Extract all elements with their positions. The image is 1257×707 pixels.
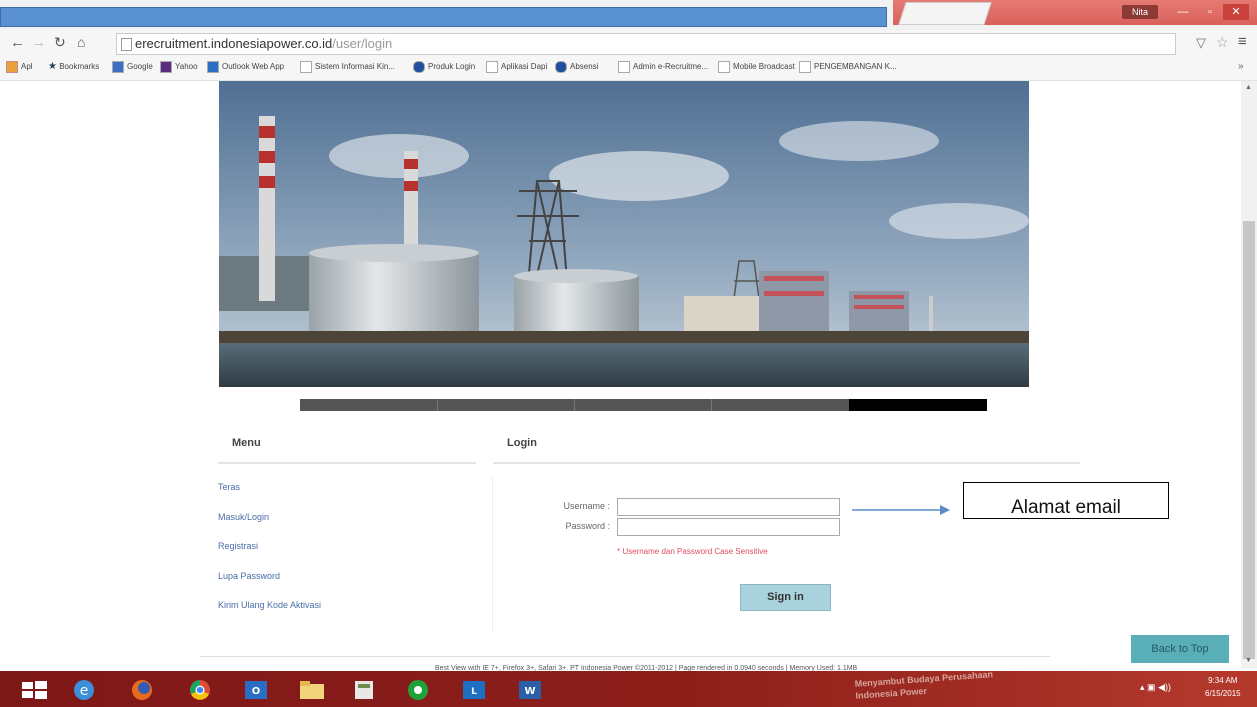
yahoo-icon <box>160 61 172 73</box>
word-icon[interactable]: W <box>510 676 550 704</box>
login-divider <box>493 462 1080 464</box>
bookmark-outlook[interactable]: Outlook Web App <box>207 61 284 73</box>
home-icon[interactable]: ⌂ <box>77 34 85 50</box>
firefox-icon[interactable] <box>122 676 162 704</box>
menu-item-lupa-password[interactable]: Lupa Password <box>218 571 280 581</box>
maximize-icon[interactable]: ▫ <box>1197 4 1223 20</box>
username-label: Username : <box>563 501 610 511</box>
page-icon <box>121 38 132 51</box>
power-plant-illustration <box>219 81 1029 387</box>
progress-divider <box>574 399 575 411</box>
chat-app-icon[interactable] <box>398 676 438 704</box>
scroll-down-icon[interactable]: ▼ <box>1245 657 1252 664</box>
menu-title: Menu <box>232 437 261 449</box>
login-panel-border <box>492 478 493 632</box>
outlook-icon[interactable]: O <box>236 676 276 704</box>
login-title: Login <box>507 437 537 449</box>
apps-icon <box>6 61 18 73</box>
bookmark-pengembangan[interactable]: PENGEMBANGAN K... <box>799 61 897 73</box>
svg-text:L: L <box>471 687 477 697</box>
reload-icon[interactable]: ↻ <box>54 34 66 51</box>
menu-item-kirim-ulang[interactable]: Kirim Ulang Kode Aktivasi <box>218 600 321 610</box>
taskbar-clock[interactable]: 9:34 AM 6/15/2015 <box>1205 674 1241 700</box>
email-callout: Alamat email <box>963 482 1169 519</box>
menu-item-login[interactable]: Masuk/Login <box>218 512 269 522</box>
banner-image <box>219 81 1029 387</box>
page-icon <box>300 61 312 73</box>
menu-icon[interactable]: ≡ <box>1238 33 1247 50</box>
menu-item-registrasi[interactable]: Registrasi <box>218 541 258 551</box>
menu-divider <box>218 462 476 464</box>
google-icon <box>112 61 124 73</box>
lync-icon[interactable]: L <box>454 676 494 704</box>
scrollbar-thumb[interactable] <box>1243 221 1255 659</box>
svg-text:e: e <box>80 683 89 699</box>
user-badge[interactable]: Nita <box>1122 5 1158 19</box>
bookmark-absensi[interactable]: Absensi <box>555 61 598 73</box>
globe-icon <box>555 61 567 73</box>
globe-icon <box>413 61 425 73</box>
outlook-icon <box>207 61 219 73</box>
bookmark-produk-login[interactable]: Produk Login <box>413 61 475 73</box>
back-to-top-button[interactable]: Back to Top <box>1131 635 1229 663</box>
bookmark-sistem-informasi[interactable]: Sistem Informasi Kin... <box>300 61 395 73</box>
password-label: Password : <box>565 521 610 531</box>
windows-start-icon[interactable] <box>14 676 54 704</box>
case-sensitive-note: * Username dan Password Case Sensitive <box>617 547 768 556</box>
tray-icons[interactable]: ▴ ▣ ◀)) <box>1140 682 1171 693</box>
bookmark-yahoo[interactable]: Yahoo <box>160 61 198 73</box>
new-tab-button[interactable] <box>898 2 992 25</box>
file-explorer-icon[interactable] <box>292 676 332 704</box>
password-field[interactable] <box>617 518 840 536</box>
bookmark-admin-recruitment[interactable]: Admin e-Recruitme... <box>618 61 708 73</box>
sign-in-button[interactable]: Sign in <box>740 584 831 611</box>
star-icon[interactable]: ☆ <box>1216 34 1229 51</box>
progress-divider <box>437 399 438 411</box>
star-icon: ★ <box>48 61 57 72</box>
forward-icon[interactable]: → <box>31 34 46 51</box>
arrow-icon <box>852 505 950 515</box>
url-host: erecruitment.indonesiapower.co.id <box>135 36 333 51</box>
svg-text:O: O <box>252 686 261 697</box>
calculator-icon[interactable] <box>344 676 384 704</box>
minimize-icon[interactable]: — <box>1170 4 1196 20</box>
bookmarks-overflow-icon[interactable]: » <box>1238 61 1244 72</box>
footer-divider <box>200 656 1050 657</box>
bookmark-google[interactable]: Google <box>112 61 153 73</box>
page-icon <box>618 61 630 73</box>
page-icon <box>718 61 730 73</box>
url-input[interactable]: erecruitment.indonesiapower.co.id/user/l… <box>116 33 1176 55</box>
back-icon[interactable]: ← <box>10 34 25 51</box>
close-icon[interactable]: ✕ <box>1223 4 1249 20</box>
scroll-up-icon[interactable]: ▲ <box>1245 84 1252 91</box>
page-icon <box>486 61 498 73</box>
bookmark-aplikasi-dapi[interactable]: Aplikasi Dapi <box>486 61 547 73</box>
menu-item-teras[interactable]: Teras <box>218 482 240 492</box>
url-path: /user/login <box>332 36 393 51</box>
username-field[interactable] <box>617 498 840 516</box>
filter-icon[interactable]: ▽ <box>1196 35 1206 51</box>
bookmark-mobile-broadcast[interactable]: Mobile Broadcast <box>718 61 795 73</box>
slideshow-active-segment[interactable] <box>849 399 987 411</box>
bookmark-apps[interactable]: Apl <box>6 61 33 73</box>
svg-text:W: W <box>524 686 535 697</box>
bookmark-bookmarks[interactable]: ★ Bookmarks <box>48 61 99 72</box>
browser-tab-strip <box>0 7 887 27</box>
page-icon <box>799 61 811 73</box>
chrome-icon[interactable] <box>180 676 220 704</box>
progress-divider <box>711 399 712 411</box>
internet-explorer-icon[interactable]: e <box>64 676 104 704</box>
